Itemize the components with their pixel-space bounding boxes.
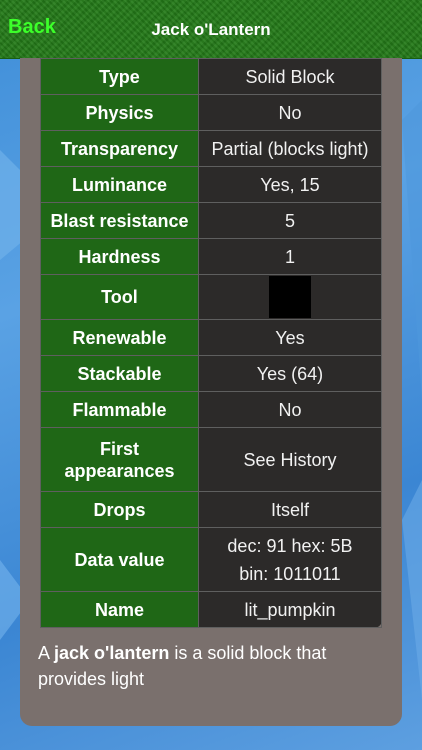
row-key: Transparency xyxy=(40,130,199,167)
row-value: Yes (64) xyxy=(197,355,383,392)
table-row: Stackable Yes (64) xyxy=(40,355,383,392)
row-key: Tool xyxy=(40,274,199,320)
table-row: Blast resistance 5 xyxy=(40,202,383,239)
row-value: Yes, 15 xyxy=(197,166,383,203)
row-value xyxy=(197,274,383,320)
tool-icon xyxy=(268,276,311,318)
row-value: Itself xyxy=(197,491,383,528)
row-key: Hardness xyxy=(40,238,199,275)
row-value: No xyxy=(197,391,383,428)
row-key: First appearances xyxy=(40,427,199,492)
row-key: Drops xyxy=(40,491,199,528)
table-row: First appearances See History xyxy=(40,427,383,492)
table-row: Drops Itself xyxy=(40,491,383,528)
table-row: Luminance Yes, 15 xyxy=(40,166,383,203)
row-key: Luminance xyxy=(40,166,199,203)
row-key: Renewable xyxy=(40,319,199,356)
nav-bar: Back Jack o'Lantern xyxy=(0,0,422,59)
table-row: Data value dec: 91 hex: 5B bin: 1011011 xyxy=(40,527,383,592)
row-value: 5 xyxy=(197,202,383,239)
row-key: Type xyxy=(40,58,199,95)
table-row: Physics No xyxy=(40,94,383,131)
row-key: Name xyxy=(40,591,199,628)
row-key: Blast resistance xyxy=(40,202,199,239)
row-value: Solid Block xyxy=(197,58,383,95)
row-key: Physics xyxy=(40,94,199,131)
table-row: Renewable Yes xyxy=(40,319,383,356)
description-prefix: A xyxy=(38,643,55,663)
table-row: Tool xyxy=(40,274,383,320)
description: A jack o'lantern is a solid block that p… xyxy=(38,640,388,692)
row-value: 1 xyxy=(197,238,383,275)
description-bold: jack o'lantern xyxy=(54,643,170,663)
row-key: Data value xyxy=(40,527,199,592)
row-value: Yes xyxy=(197,319,383,356)
page-title: Jack o'Lantern xyxy=(151,20,271,39)
info-table: Type Solid Block Physics No Transparency… xyxy=(40,58,383,628)
table-row: Hardness 1 xyxy=(40,238,383,275)
row-key: Stackable xyxy=(40,355,199,392)
row-value: dec: 91 hex: 5B bin: 1011011 xyxy=(197,527,383,592)
row-value: No xyxy=(197,94,383,131)
table-row: Name lit_pumpkin xyxy=(40,591,383,628)
row-key: Flammable xyxy=(40,391,199,428)
content-panel: Type Solid Block Physics No Transparency… xyxy=(20,58,402,726)
see-history-link[interactable]: See History xyxy=(197,427,383,492)
table-row: Flammable No xyxy=(40,391,383,428)
table-row: Transparency Partial (blocks light) xyxy=(40,130,383,167)
table-row: Type Solid Block xyxy=(40,58,383,95)
row-value: Partial (blocks light) xyxy=(197,130,383,167)
row-value: lit_pumpkin xyxy=(197,591,383,628)
